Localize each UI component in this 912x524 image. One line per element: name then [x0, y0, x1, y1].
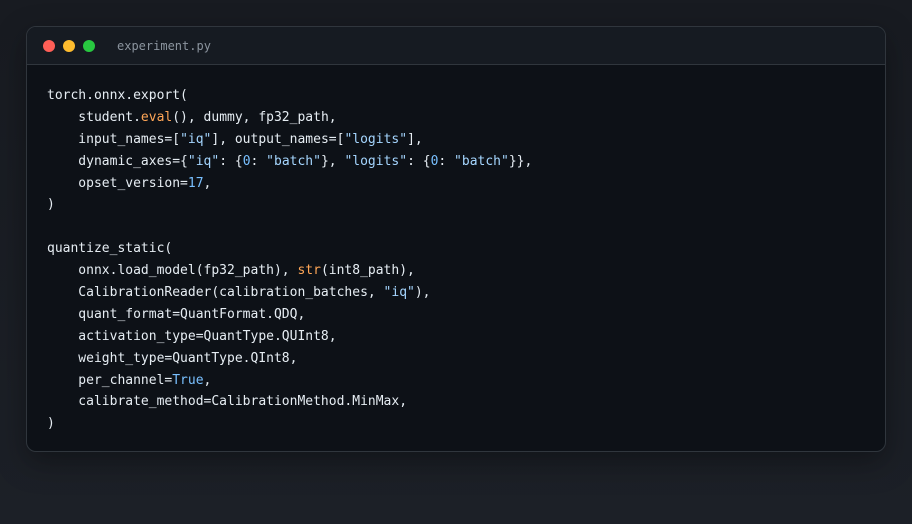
code-token: calibrate_method=CalibrationMethod.MinMa… [47, 394, 408, 410]
code-line: CalibrationReader(calibration_batches, "… [47, 282, 885, 304]
code-token: 17 [187, 175, 204, 191]
code-token: weight_type=QuantType.QInt8, [47, 350, 298, 366]
maximize-dot-icon[interactable] [83, 39, 95, 52]
code-token: dynamic_axes={ [47, 153, 188, 169]
code-token: "iq" [180, 131, 212, 147]
minimize-dot-icon[interactable] [63, 39, 75, 52]
code-token: quantize_static( [47, 241, 173, 257]
code-window: experiment.py torch.onnx.export( student… [26, 26, 886, 452]
code-line: ) [47, 413, 885, 435]
code-token: str [297, 263, 321, 279]
code-token: True [172, 372, 204, 388]
code-line: quantize_static( [47, 238, 885, 260]
code-block[interactable]: torch.onnx.export( student.eval(), dummy… [27, 65, 885, 435]
code-token: 0 [242, 153, 251, 169]
code-line: activation_type=QuantType.QUInt8, [47, 326, 885, 348]
code-token: torch.onnx.export( [47, 88, 188, 103]
code-token: : [438, 153, 455, 169]
code-token: activation_type=QuantType.QUInt8, [47, 328, 337, 344]
code-token: eval [140, 109, 173, 125]
file-name: experiment.py [117, 38, 211, 53]
code-token: }, [320, 153, 345, 169]
code-token: "logits" [344, 153, 408, 169]
code-line: torch.onnx.export( [47, 85, 885, 107]
code-line: per_channel=True, [47, 370, 885, 392]
code-token: ) [47, 416, 55, 432]
window-titlebar: experiment.py [27, 27, 885, 65]
code-token: , [203, 372, 212, 388]
code-token: "batch" [266, 153, 321, 169]
code-token: onnx.load_model(fp32_path), [47, 263, 298, 279]
code-token: input_names=[ [47, 131, 181, 147]
code-token: "batch" [454, 153, 509, 169]
code-token: : [250, 153, 267, 169]
code-token: }}, [508, 153, 533, 169]
code-token: ], output_names=[ [211, 131, 345, 147]
code-line: student.eval(), dummy, fp32_path, [47, 107, 885, 129]
code-token: "iq" [383, 285, 415, 301]
code-line: dynamic_axes={"iq": {0: "batch"}, "logit… [47, 151, 885, 173]
code-token: ), [414, 285, 431, 301]
code-token: , [203, 175, 212, 191]
code-line: onnx.load_model(fp32_path), str(int8_pat… [47, 260, 885, 282]
code-line: quant_format=QuantFormat.QDQ, [47, 304, 885, 326]
code-token: opset_version= [47, 175, 188, 191]
code-token: student. [47, 109, 141, 125]
code-token: ], [407, 131, 423, 147]
code-line: calibrate_method=CalibrationMethod.MinMa… [47, 391, 885, 413]
code-token: "iq" [187, 153, 220, 169]
code-token: : { [219, 153, 243, 169]
close-dot-icon[interactable] [43, 39, 55, 52]
code-token: : { [407, 153, 431, 169]
code-line: opset_version=17, [47, 173, 885, 195]
code-token: (), dummy, fp32_path, [172, 109, 337, 125]
code-token: (int8_path), [320, 263, 415, 279]
code-token: CalibrationReader(calibration_batches, [47, 285, 384, 301]
code-line: input_names=["iq"], output_names=["logit… [47, 129, 885, 151]
code-token: quant_format=QuantFormat.QDQ, [47, 306, 306, 322]
code-token: per_channel= [47, 372, 173, 388]
code-token: ) [47, 197, 55, 213]
code-line: weight_type=QuantType.QInt8, [47, 348, 885, 370]
code-token: "logits" [344, 131, 408, 147]
code-line: ) [47, 194, 885, 216]
